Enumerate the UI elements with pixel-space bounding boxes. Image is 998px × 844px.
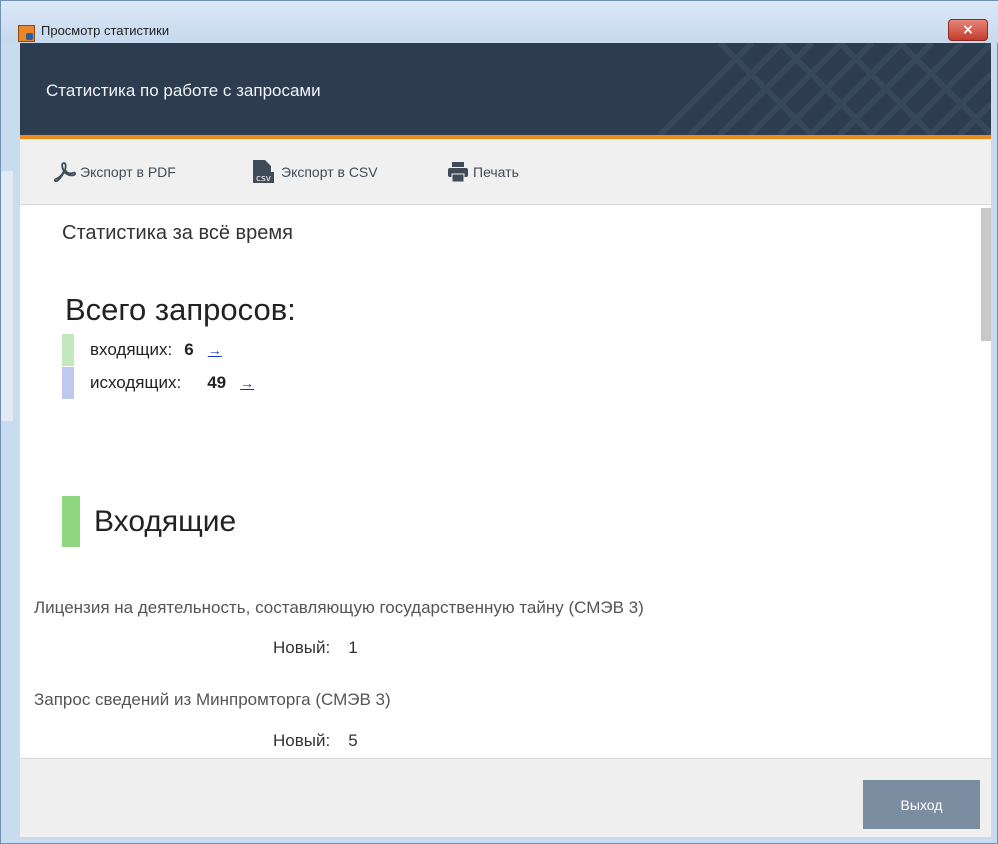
period-title: Статистика за всё время [62,222,293,244]
incoming-details-link[interactable]: → [208,342,222,358]
incoming-color-swatch [62,334,74,366]
status-label: Новый: [273,731,331,750]
outgoing-details-link[interactable]: → [240,375,254,391]
toolbar: Экспорт в PDF csv Экспорт в CSV Печать [20,139,991,205]
status-label: Новый: [273,638,331,657]
status-count: 1 [348,638,358,657]
outgoing-color-swatch [62,367,74,399]
request-status-row: Новый: 5 [273,731,358,751]
footer-bar: Выход [20,758,991,837]
incoming-count: 6 [184,340,194,359]
pdf-icon [54,162,76,182]
incoming-summary: входящих: 6 → [62,334,222,366]
request-type-title: Лицензия на деятельность, составляющую г… [34,598,644,617]
outgoing-label: исходящих: [90,373,182,392]
status-count: 5 [348,731,358,750]
csv-icon-text: csv [256,174,272,184]
window-title: Просмотр статистики [41,23,170,38]
title-bar: Просмотр статистики × [1,1,998,43]
print-button[interactable]: Печать [447,161,519,183]
csv-icon: csv [253,160,274,184]
export-pdf-label: Экспорт в PDF [80,164,176,180]
scrollbar-thumb[interactable] [981,208,991,341]
header-banner: Статистика по работе с запросами [20,43,991,135]
header-title: Статистика по работе с запросами [46,81,321,100]
request-type-title: Запрос сведений из Минпромторга (СМЭВ 3) [34,690,391,709]
request-status-row: Новый: 1 [273,638,358,658]
incoming-section-header: Входящие [62,496,236,547]
total-requests-heading: Всего запросов: [65,292,296,327]
export-pdf-button[interactable]: Экспорт в PDF [54,161,176,183]
statistics-content[interactable]: Статистика за всё время Всего запросов: … [20,205,991,758]
client-area: Статистика по работе с запросами Экспорт… [20,43,991,837]
statistics-window: Просмотр статистики × Статистика по рабо… [0,0,998,844]
incoming-label: входящих: [90,340,173,359]
printer-icon [448,162,468,182]
export-csv-label: Экспорт в CSV [281,164,378,180]
outgoing-count: 49 [207,373,227,392]
exit-button[interactable]: Выход [863,780,980,829]
window-frame-edge [1,171,13,421]
app-icon [18,25,35,42]
outgoing-summary: исходящих: 49 → [62,367,254,399]
close-button[interactable]: × [948,19,988,41]
section-color-bar [62,496,80,547]
export-csv-button[interactable]: csv Экспорт в CSV [251,160,378,184]
print-label: Печать [473,164,519,180]
section-title: Входящие [94,504,237,538]
